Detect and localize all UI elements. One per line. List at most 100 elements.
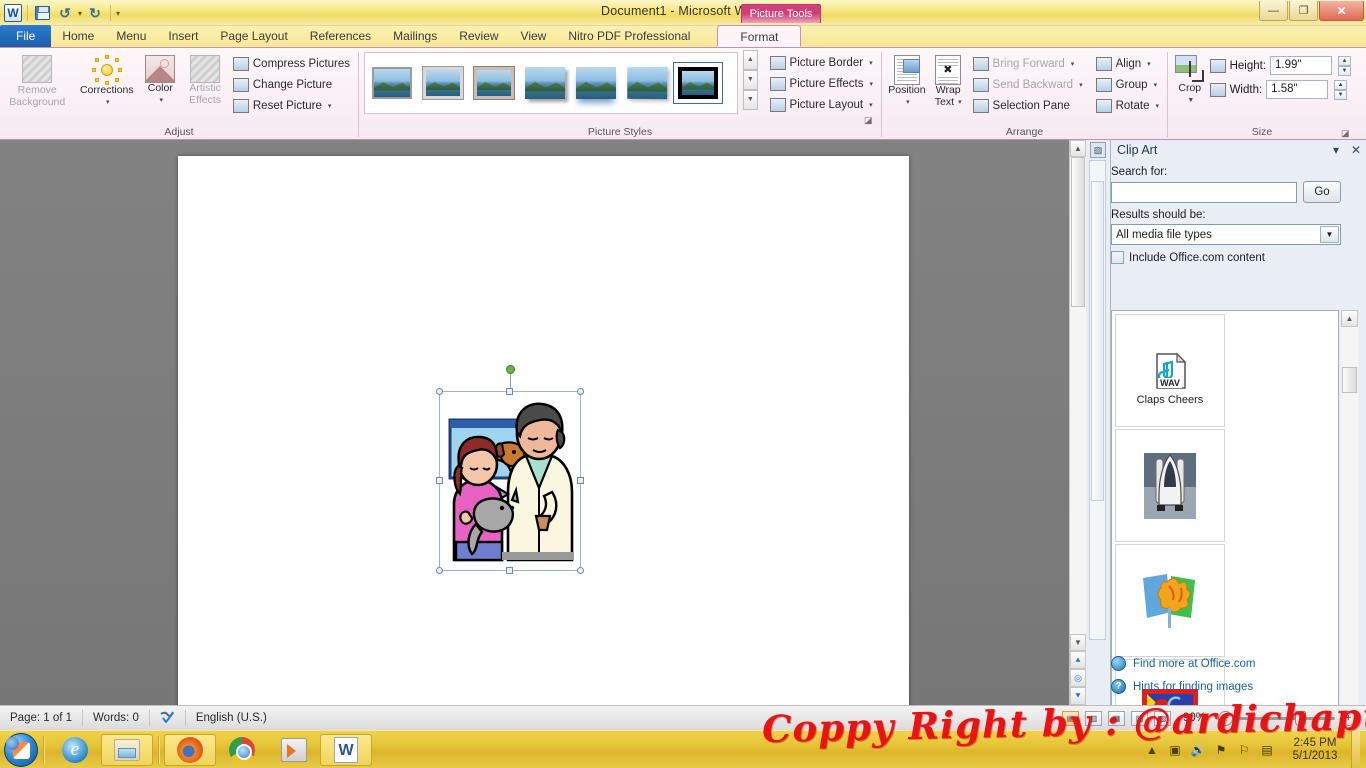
- gallery-more-button[interactable]: ▼: [743, 90, 758, 110]
- taskbar-windows-explorer[interactable]: [101, 733, 153, 766]
- next-page-button[interactable]: ⯆: [1070, 687, 1086, 705]
- word-count[interactable]: Words: 0: [83, 710, 150, 726]
- resize-handle-bottom-right[interactable]: [577, 567, 584, 574]
- resize-handle-top-left[interactable]: [436, 388, 443, 395]
- task-pane-scroll-thumb[interactable]: [1091, 181, 1104, 501]
- compress-pictures-button[interactable]: Compress Pictures: [230, 53, 353, 74]
- picture-layout-caret[interactable]: ▾: [869, 101, 873, 109]
- picture-style-option-6[interactable]: [623, 63, 671, 103]
- picture-styles-gallery[interactable]: [364, 52, 739, 114]
- results-scroll-up-button[interactable]: ▲: [1341, 310, 1358, 327]
- close-button[interactable]: ✕: [1319, 1, 1364, 21]
- taskbar-internet-explorer[interactable]: [49, 734, 101, 766]
- taskbar-clock[interactable]: 2:45 PM 5/1/2013: [1282, 737, 1344, 763]
- zoom-slider-track[interactable]: [1239, 710, 1335, 726]
- gallery-scroll-down-button[interactable]: ▼: [743, 70, 758, 90]
- width-spin-up[interactable]: ▲: [1334, 80, 1348, 90]
- position-button[interactable]: Position ▾: [887, 51, 927, 108]
- resize-handle-bottom-center[interactable]: [506, 567, 513, 574]
- crop-button[interactable]: Crop ▼: [1173, 51, 1207, 106]
- spell-check-icon[interactable]: [150, 710, 186, 726]
- show-hidden-icons-button[interactable]: ▲: [1144, 742, 1160, 758]
- scroll-track[interactable]: [1070, 157, 1086, 634]
- web-layout-view-button[interactable]: ▦: [1107, 710, 1125, 726]
- go-button[interactable]: Go: [1303, 181, 1341, 203]
- find-more-at-office-link[interactable]: Find more at Office.com: [1111, 652, 1361, 675]
- color-caret[interactable]: ▾: [160, 95, 164, 107]
- tab-mailings[interactable]: Mailings: [382, 25, 448, 47]
- height-input[interactable]: 1.99": [1270, 56, 1332, 75]
- height-spin-up[interactable]: ▲: [1338, 56, 1351, 66]
- full-screen-reading-view-button[interactable]: ▥: [1084, 710, 1102, 726]
- results-scroll-thumb[interactable]: [1342, 367, 1357, 393]
- corrections-caret[interactable]: ▾: [106, 97, 110, 109]
- color-button[interactable]: Color ▾: [140, 51, 180, 106]
- wrap-text-button[interactable]: Wrap Text ▾: [930, 51, 967, 108]
- resize-handle-middle-left[interactable]: [436, 477, 443, 484]
- maximize-button[interactable]: ❐: [1289, 1, 1318, 21]
- resize-handle-top-right[interactable]: [577, 388, 584, 395]
- previous-page-button[interactable]: ⯅: [1070, 651, 1086, 669]
- clip-art-pane-menu-button[interactable]: ▾: [1326, 143, 1346, 157]
- tab-view[interactable]: View: [510, 25, 558, 47]
- task-pane-scrollbar[interactable]: [1089, 160, 1106, 640]
- taskbar-media-player[interactable]: [268, 734, 320, 766]
- height-spin-down[interactable]: ▼: [1338, 66, 1351, 76]
- selected-picture[interactable]: [436, 365, 584, 574]
- remove-background-button[interactable]: Remove Background: [5, 51, 69, 108]
- send-backward-button[interactable]: Send Backward ▾: [970, 74, 1086, 95]
- media-type-dropdown[interactable]: All media file types ▼: [1111, 224, 1341, 245]
- zoom-level[interactable]: 90%: [1177, 712, 1212, 724]
- wrap-text-caret[interactable]: ▾: [958, 97, 962, 109]
- outline-view-button[interactable]: ▧: [1130, 710, 1148, 726]
- send-backward-caret[interactable]: ▾: [1079, 81, 1083, 89]
- zoom-in-button[interactable]: +: [1341, 710, 1356, 726]
- select-browse-object-button[interactable]: ◎: [1070, 669, 1086, 687]
- resize-handle-bottom-left[interactable]: [436, 567, 443, 574]
- width-spin-down[interactable]: ▼: [1334, 90, 1348, 100]
- resize-handle-top-center[interactable]: [506, 388, 513, 395]
- rotation-handle[interactable]: [506, 365, 515, 374]
- tab-home[interactable]: Home: [51, 25, 105, 47]
- bring-forward-button[interactable]: Bring Forward ▾: [970, 53, 1086, 74]
- rotate-caret[interactable]: ▾: [1155, 102, 1159, 110]
- show-desktop-button[interactable]: [1351, 730, 1360, 768]
- align-button[interactable]: Align ▾: [1093, 53, 1162, 74]
- include-office-content-row[interactable]: Include Office.com content: [1111, 251, 1366, 264]
- reset-picture-button[interactable]: Reset Picture ▾: [230, 95, 353, 116]
- tab-insert[interactable]: Insert: [157, 25, 209, 47]
- picture-style-option-7-selected[interactable]: [673, 62, 723, 104]
- zoom-out-button[interactable]: −: [1218, 710, 1233, 726]
- picture-border-caret[interactable]: ▾: [869, 59, 873, 67]
- taskbar-firefox[interactable]: [164, 733, 216, 766]
- clip-art-result-1[interactable]: WAV Claps Cheers: [1115, 314, 1225, 427]
- task-pane-icon[interactable]: ▨: [1090, 142, 1106, 158]
- include-office-checkbox[interactable]: [1111, 251, 1124, 264]
- tab-page-layout[interactable]: Page Layout: [209, 25, 298, 47]
- scroll-up-button[interactable]: ▲: [1070, 140, 1086, 157]
- picture-style-option-5[interactable]: [572, 63, 620, 103]
- width-stepper[interactable]: ▲ ▼: [1334, 80, 1348, 100]
- document-page[interactable]: [178, 156, 909, 716]
- rotate-button[interactable]: Rotate ▾: [1093, 95, 1162, 116]
- search-input[interactable]: [1111, 181, 1297, 203]
- picture-style-option-1[interactable]: [368, 63, 416, 103]
- picture-style-option-2[interactable]: [419, 63, 467, 103]
- tab-file[interactable]: File: [0, 25, 52, 47]
- picture-effects-button[interactable]: Picture Effects ▾: [767, 73, 876, 94]
- volume-icon[interactable]: 🔊: [1190, 742, 1206, 758]
- page-indicator[interactable]: Page: 1 of 1: [0, 710, 84, 726]
- change-picture-button[interactable]: Change Picture: [230, 74, 353, 95]
- action-center-icon[interactable]: ⚐: [1236, 742, 1252, 758]
- taskbar-microsoft-word[interactable]: [320, 733, 372, 766]
- picture-border-button[interactable]: Picture Border ▾: [767, 52, 876, 73]
- network-icon[interactable]: ⚑: [1213, 742, 1229, 758]
- width-input[interactable]: 1.58": [1266, 80, 1329, 99]
- language-indicator[interactable]: English (U.S.): [186, 710, 277, 726]
- selection-pane-button[interactable]: Selection Pane: [970, 95, 1086, 116]
- tab-format[interactable]: Format: [717, 25, 802, 47]
- group-caret[interactable]: ▾: [1154, 81, 1158, 89]
- artistic-effects-button[interactable]: Artistic Effects: [183, 51, 227, 106]
- antivirus-icon[interactable]: ▣: [1167, 742, 1183, 758]
- chevron-down-icon[interactable]: ▼: [1320, 226, 1339, 243]
